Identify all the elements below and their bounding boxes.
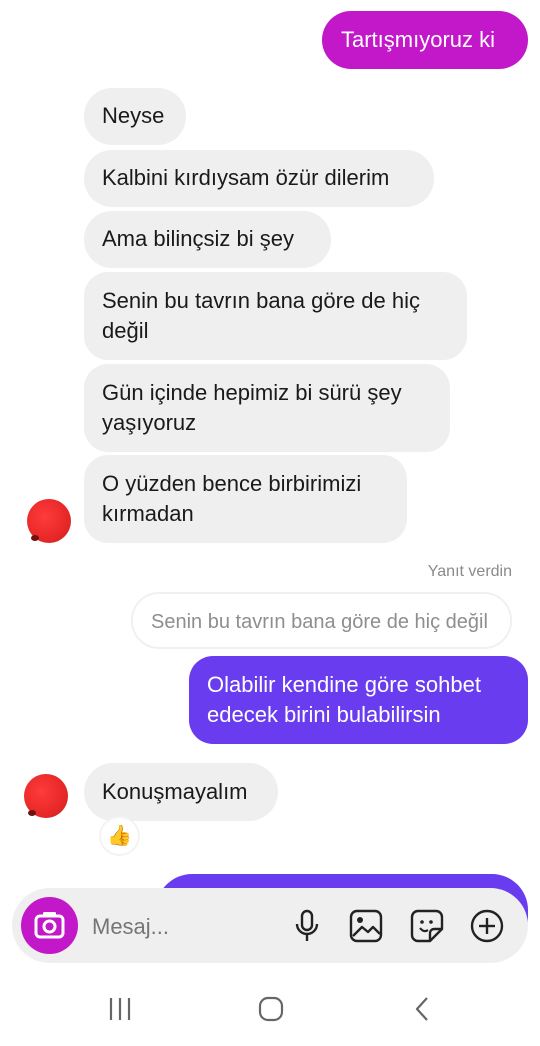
message-text: Konuşmayalım	[102, 779, 248, 804]
sticker-button[interactable]	[409, 908, 445, 944]
message-outgoing[interactable]: Olabilir kendine göre sohbet edecek biri…	[189, 656, 528, 744]
gallery-button[interactable]	[348, 908, 384, 944]
back-icon[interactable]	[408, 994, 438, 1024]
message-incoming[interactable]: Ama bilinçsiz bi şey	[84, 211, 331, 268]
navigation-bar	[0, 972, 540, 1046]
composer-bar	[12, 888, 528, 963]
message-incoming[interactable]: Konuşmayalım	[84, 763, 278, 821]
message-input[interactable]	[90, 908, 279, 946]
gallery-icon	[349, 909, 383, 943]
message-outgoing[interactable]: Tartışmıyoruz ki	[322, 11, 528, 69]
message-text: Tartışmıyoruz ki	[341, 27, 496, 52]
message-text: Kalbini kırdıysam özür dilerim	[102, 165, 390, 190]
reply-label: Yanıt verdin	[427, 563, 512, 580]
message-incoming[interactable]: Senin bu tavrın bana göre de hiç değil	[84, 272, 467, 360]
message-incoming[interactable]: Kalbini kırdıysam özür dilerim	[84, 150, 434, 207]
camera-icon	[34, 912, 65, 939]
plus-icon	[470, 909, 504, 943]
message-incoming[interactable]: Neyse	[84, 88, 186, 145]
quoted-text: Senin bu tavrın bana göre de hiç değil	[151, 611, 488, 633]
home-icon[interactable]	[256, 994, 286, 1024]
message-incoming[interactable]: Gün içinde hepimiz bi sürü şey yaşıyoruz	[84, 364, 450, 452]
message-text: Senin bu tavrın bana göre de hiç değil	[102, 288, 421, 343]
microphone-icon	[295, 909, 319, 941]
message-incoming[interactable]: O yüzden bence birbirimizi kırmadan	[84, 455, 407, 543]
message-text: Olabilir kendine göre sohbet edecek biri…	[207, 672, 481, 727]
plus-button[interactable]	[469, 908, 505, 944]
avatar[interactable]	[24, 774, 68, 818]
message-text: Neyse	[102, 103, 165, 128]
sticker-icon	[410, 909, 444, 943]
microphone-button[interactable]	[289, 908, 325, 944]
recents-icon[interactable]	[105, 994, 135, 1024]
reaction-badge[interactable]: 👍	[99, 816, 140, 856]
quoted-message[interactable]: Senin bu tavrın bana göre de hiç değil	[131, 592, 512, 649]
avatar[interactable]	[27, 499, 71, 543]
message-text: Gün içinde hepimiz bi sürü şey yaşıyoruz	[102, 380, 402, 435]
message-text: O yüzden bence birbirimizi kırmadan	[102, 471, 362, 526]
camera-button[interactable]	[21, 897, 78, 954]
message-text: Ama bilinçsiz bi şey	[102, 226, 294, 251]
thumbs-up-icon: 👍	[107, 825, 132, 847]
